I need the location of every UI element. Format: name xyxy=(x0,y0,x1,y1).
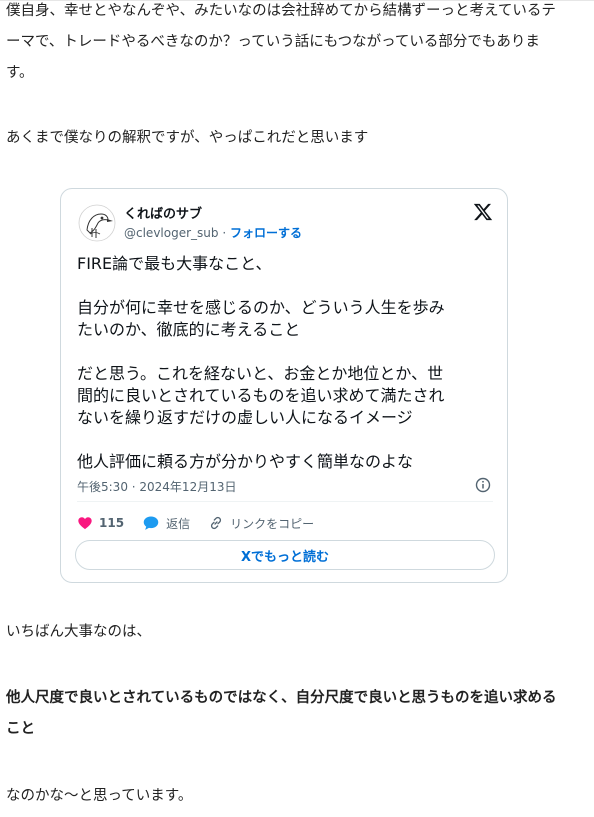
reply-bubble-icon xyxy=(143,516,159,530)
copy-link-label: リンクをコピー xyxy=(230,516,315,531)
tweet-text-gap xyxy=(77,341,497,363)
tweet-text-line: たいのか、徹底的に考えること xyxy=(77,320,301,339)
follow-button[interactable]: フォローする xyxy=(230,226,302,240)
heart-icon xyxy=(78,517,92,530)
article-paragraph-1: 僕自身、幸せとやなんぞや、みたいなのは会社辞めてから結構ずーっと考えているテーマ… xyxy=(6,3,556,81)
tweet-author-meta: @clevloger_sub · フォローする xyxy=(124,224,302,241)
tweet-text-line: 自分が何に幸せを感じるのか、どういう人生を歩み xyxy=(77,298,445,317)
embedded-tweet-card: くればのサブ @clevloger_sub · フォローする FIRE論で最も大… xyxy=(60,188,508,583)
tweet-handle[interactable]: @clevloger_sub xyxy=(124,226,219,240)
meta-separator: · xyxy=(218,226,230,240)
tweet-text: FIRE論で最も大事なこと、 自分が何に幸せを感じるのか、どういう人生を歩み た… xyxy=(77,253,497,473)
article-paragraph-3: いちばん大事なのは、 xyxy=(6,624,151,640)
like-count: 115 xyxy=(99,516,125,530)
read-more-on-x-button[interactable]: Xでもっと読む xyxy=(75,540,495,570)
tweet-text-line: FIRE論で最も大事なこと、 xyxy=(77,254,272,273)
reply-button[interactable]: 返信 xyxy=(142,515,190,532)
x-logo-icon[interactable] xyxy=(473,202,493,222)
tweet-text-line: 間的に良いとされているものを追い求めて満たされ xyxy=(77,386,445,405)
tweet-text-line: 他人評価に頼る方が分かりやすく簡単なのよな xyxy=(77,452,414,471)
tweet-text-gap xyxy=(77,275,497,297)
copy-link-button[interactable]: リンクをコピー xyxy=(208,515,314,532)
tweet-divider xyxy=(77,501,493,502)
like-button[interactable]: 115 xyxy=(77,515,124,531)
info-icon[interactable] xyxy=(475,477,491,493)
article-paragraph-5: なのかな～と思っています。 xyxy=(6,788,193,804)
avatar[interactable] xyxy=(78,204,116,242)
tweet-text-gap xyxy=(77,429,497,451)
tweet-author-name[interactable]: くればのサブ xyxy=(124,203,202,222)
reply-label: 返信 xyxy=(166,516,191,531)
tweet-timestamp[interactable]: 午後5:30 · 2024年12月13日 xyxy=(77,478,236,495)
tweet-text-line: ないを繰り返すだけの虚しい人になるイメージ xyxy=(77,408,413,427)
tweet-actions: 115 返信 リンクをコピー xyxy=(77,513,332,533)
article-paragraph-2: あくまで僕なりの解釈ですが、やっぱこれだと思います xyxy=(6,130,369,146)
link-icon xyxy=(210,516,222,530)
tweet-text-line: だと思う。これを経ないと、お金とか地位とか、世 xyxy=(77,364,444,383)
article-paragraph-4-bold: 他人尺度で良いとされているものではなく、自分尺度で良いと思うものを追い求めること xyxy=(6,690,557,737)
